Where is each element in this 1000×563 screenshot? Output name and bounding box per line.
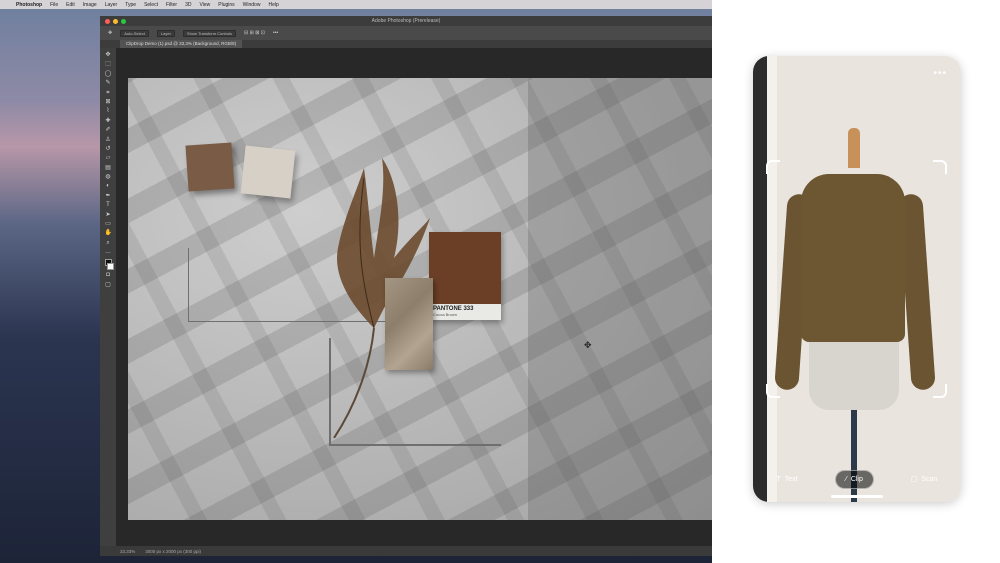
tab-clip-label: Clip [850,475,863,483]
pantone-card[interactable]: PANTONE 333 Cocoa Brown [429,232,501,320]
menu-select[interactable]: Select [144,2,158,8]
scan-icon: ▢ [910,476,918,483]
wood-block-image[interactable] [385,278,433,370]
auto-select-checkbox[interactable]: Auto-Select [120,29,149,37]
text-icon: T [776,475,781,483]
magic-wand-icon: ⁄ [845,475,847,483]
eyedropper-icon[interactable]: ⌇ [105,108,112,115]
marquee-icon[interactable]: ⬚ [105,61,112,68]
photoshop-titlebar: Adobe Photoshop (Prerelease) [100,16,712,26]
options-bar: ✥ Auto-Select Layer Show Transform Contr… [100,26,712,40]
document-tab[interactable]: ClipDrop Demo (1).psd @ 33,3% (Backgroun… [120,40,243,48]
blur-icon[interactable]: ◍ [105,174,112,181]
pantone-swatch [429,232,501,304]
canvas-right-shade [528,78,712,520]
capture-corner-top-right [933,160,947,174]
capture-corner-bottom-right [933,384,947,398]
window-title: Adobe Photoshop (Prerelease) [371,18,441,24]
pantone-title: PANTONE 333 [433,306,474,312]
crop-icon[interactable]: ⌗ [105,90,112,97]
menu-type[interactable]: Type [125,2,136,8]
screen: Photoshop File Edit Image Layer Type Sel… [0,0,1000,563]
frame-icon[interactable]: ⊠ [105,99,112,106]
history-brush-icon[interactable]: ↺ [105,146,112,153]
clone-stamp-icon[interactable]: ♙ [105,137,112,144]
dodge-icon[interactable]: ◐ [105,183,112,190]
document-size: 3000 px x 2000 px (300 ppi) [145,548,202,554]
home-indicator[interactable] [831,495,883,498]
menu-3d[interactable]: 3D [185,2,191,8]
menu-image[interactable]: Image [83,2,97,8]
phone-screen: ••• T Text ⁄ Clip ▢ Scan [753,56,961,502]
eraser-icon[interactable]: ▱ [105,155,112,162]
mode-tabs: T Text ⁄ Clip ▢ Scan [753,466,961,492]
brown-tile-image[interactable] [185,142,235,192]
menu-plugins[interactable]: Plugins [218,2,234,8]
tab-scan-label: Scan [921,475,938,483]
cream-tile-image[interactable] [240,145,296,199]
type-icon[interactable]: T [105,202,112,209]
brush-icon[interactable]: ✐ [105,127,112,134]
menu-edit[interactable]: Edit [66,2,75,8]
path-select-icon[interactable]: ➤ [105,212,112,219]
more-options-icon[interactable]: ••• [273,30,278,36]
pantone-name: Cocoa Brown [433,312,458,317]
background-color-swatch[interactable] [106,262,114,270]
mannequin-neck [848,128,860,168]
menu-layer[interactable]: Layer [105,2,118,8]
more-horizontal-icon[interactable]: ••• [933,68,947,79]
move-icon[interactable]: ✥ [105,52,112,59]
capture-corner-bottom-left [766,384,780,398]
align-icons[interactable]: ⊟ ⊞ ⊠ ⊡ [244,30,265,36]
menu-file[interactable]: File [50,2,58,8]
frame-line [188,248,189,322]
photoshop-window: Adobe Photoshop (Prerelease) ✥ Auto-Sele… [100,16,712,556]
tools-panel: ✥ ⬚ ◯ ✎ ⌗ ⊠ ⌇ ✚ ✐ ♙ ↺ ▱ ▤ ◍ ◐ ✒ T ➤ ▭ ✋ … [100,48,116,546]
quick-mask-icon[interactable]: ◘ [105,272,112,279]
gradient-icon[interactable]: ▤ [105,165,112,172]
hand-icon[interactable]: ✋ [105,230,112,237]
document-tabs: ClipDrop Demo (1).psd @ 33,3% (Backgroun… [100,40,712,48]
menu-filter[interactable]: Filter [166,2,177,8]
frame-line [329,444,501,446]
zoom-icon[interactable]: ⌕ [105,240,112,247]
tab-clip[interactable]: ⁄ Clip [834,469,874,489]
healing-brush-icon[interactable]: ✚ [105,118,112,125]
tab-text-label: Text [784,475,798,483]
quick-select-icon[interactable]: ✎ [105,80,112,87]
shape-icon[interactable]: ▭ [105,221,112,228]
macos-menubar: Photoshop File Edit Image Layer Type Sel… [0,0,712,9]
menu-help[interactable]: Help [268,2,278,8]
move-cursor-icon: ✥ [584,340,592,350]
tab-text[interactable]: T Text [767,471,808,488]
door-frame [767,56,777,502]
capture-corner-top-left [766,160,780,174]
tab-scan[interactable]: ▢ Scan [901,470,948,488]
status-bar: 33,33% 3000 px x 2000 px (300 ppi) [100,546,712,556]
document-canvas[interactable]: PANTONE 333 Cocoa Brown ✥ [128,78,712,520]
menu-view[interactable]: View [200,2,211,8]
move-tool-icon[interactable]: ✥ [108,30,112,36]
auto-select-dropdown[interactable]: Layer [156,29,175,37]
screen-mode-icon[interactable]: ▢ [105,282,112,289]
show-transform-controls-checkbox[interactable]: Show Transform Controls [182,29,237,37]
menu-window[interactable]: Window [243,2,261,8]
zoom-level[interactable]: 33,33% [120,549,135,554]
mannequin-body [809,340,899,410]
lasso-icon[interactable]: ◯ [105,71,112,78]
pen-icon[interactable]: ✒ [105,193,112,200]
jacket-photo [801,174,905,342]
menu-app-name[interactable]: Photoshop [16,2,42,8]
canvas-workspace[interactable]: PANTONE 333 Cocoa Brown ✥ [116,48,712,546]
more-tools-icon[interactable]: … [105,249,112,256]
